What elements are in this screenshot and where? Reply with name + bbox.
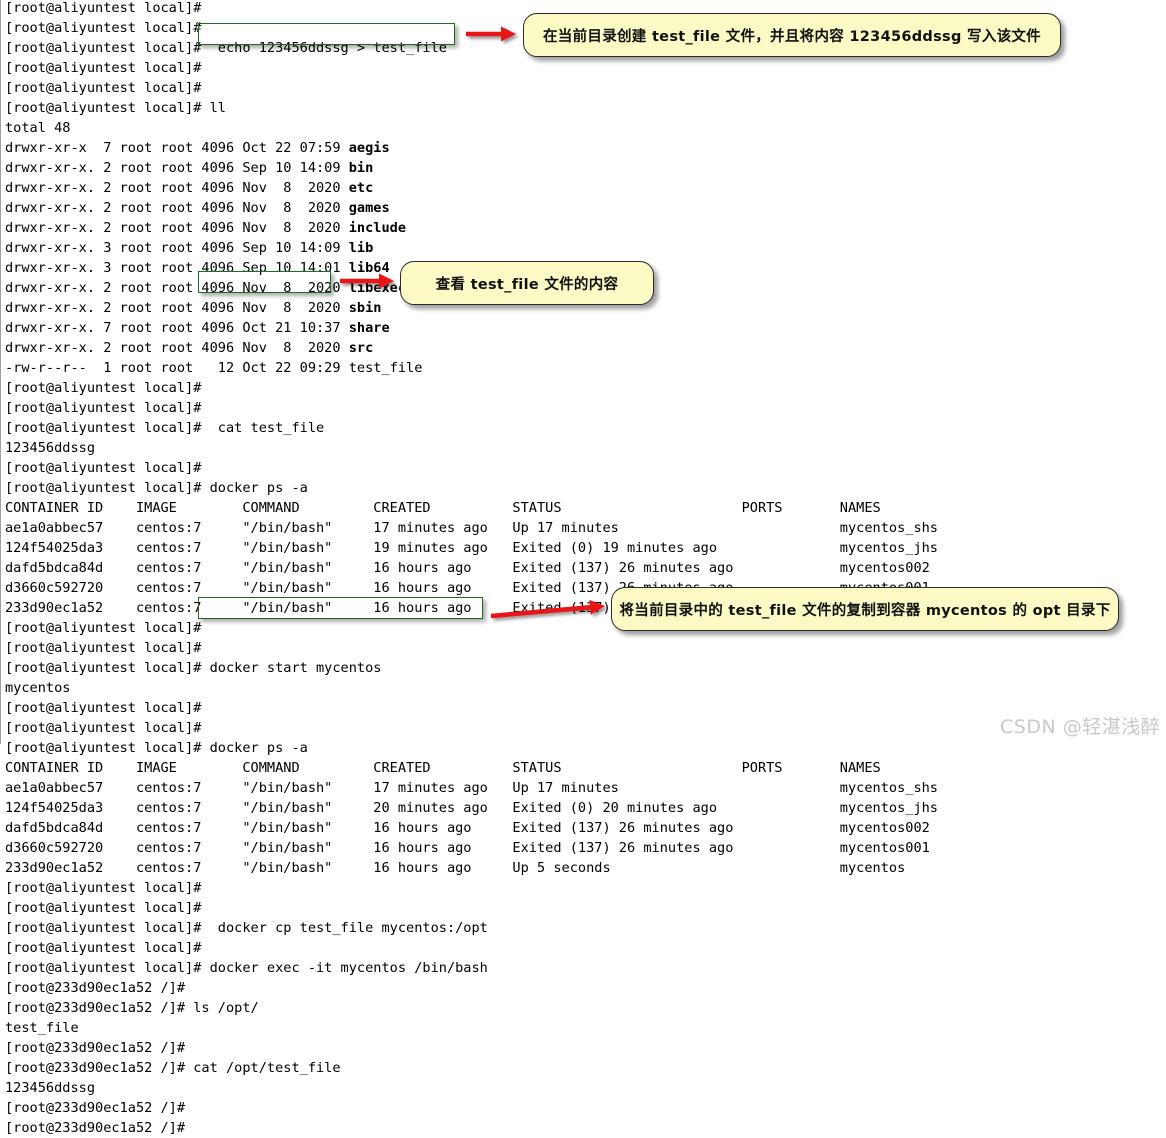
terminal-line: [root@aliyuntest local]# (5, 640, 202, 656)
terminal-line: [root@aliyuntest local]# docker exec -it… (5, 960, 488, 976)
terminal-line: [root@aliyuntest local]# (5, 80, 202, 96)
terminal-line: drwxr-xr-x. 2 root root 4096 Nov 8 2020 … (5, 220, 407, 236)
directory-name: lib (348, 240, 374, 256)
terminal-line: [root@aliyuntest local]# (5, 460, 202, 476)
terminal-line: [root@233d90ec1a52 /]# cat /opt/test_fil… (5, 1060, 341, 1076)
terminal-line: [root@233d90ec1a52 /]# (5, 980, 186, 996)
terminal-line: [root@aliyuntest local]# (5, 380, 202, 396)
terminal-line: drwxr-xr-x. 2 root root 4096 Nov 8 2020 … (5, 340, 374, 356)
terminal-line: drwxr-xr-x 7 root root 4096 Oct 22 07:59… (5, 140, 390, 156)
directory-name: src (348, 340, 374, 356)
callout-cat: 查看 test_file 文件的内容 (400, 261, 654, 305)
terminal-line: [root@aliyuntest local]# (5, 700, 202, 716)
directory-name: bin (348, 160, 374, 176)
terminal-line: mycentos (5, 680, 71, 696)
terminal-line: -rw-r--r-- 1 root root 12 Oct 22 09:29 t… (5, 360, 423, 376)
terminal-line: total 48 (5, 120, 71, 136)
terminal-line: 124f54025da3 centos:7 "/bin/bash" 20 min… (5, 800, 938, 816)
terminal-line: [root@233d90ec1a52 /]# (5, 1040, 186, 1056)
terminal-line: drwxr-xr-x. 3 root root 4096 Sep 10 14:0… (5, 240, 374, 256)
terminal-line: 123456ddssg (5, 440, 96, 456)
terminal-line: 124f54025da3 centos:7 "/bin/bash" 19 min… (5, 540, 938, 556)
terminal-line: [root@aliyuntest local]# (5, 900, 202, 916)
terminal-line: test_file (5, 1020, 79, 1036)
callout-text: 将当前目录中的 test_file 文件的复制到容器 mycentos 的 op… (619, 602, 1111, 619)
terminal-line: [root@aliyuntest local]# (5, 720, 202, 736)
terminal-line: drwxr-xr-x. 7 root root 4096 Oct 21 10:3… (5, 320, 390, 336)
terminal-line: 233d90ec1a52 centos:7 "/bin/bash" 16 hou… (5, 860, 906, 876)
terminal-line: drwxr-xr-x. 2 root root 4096 Nov 8 2020 … (5, 300, 382, 316)
terminal-line: [root@aliyuntest local]# (5, 20, 202, 36)
echo-command-highlight (198, 23, 455, 45)
callout-echo: 在当前目录创建 test_file 文件，并且将内容 123456ddssg 写… (523, 13, 1061, 57)
terminal-line: d3660c592720 centos:7 "/bin/bash" 16 hou… (5, 840, 930, 856)
docker-cp-command-highlight (198, 597, 483, 619)
terminal-line: [root@aliyuntest local]# docker ps -a (5, 740, 308, 756)
terminal-line: [root@aliyuntest local]# (5, 620, 202, 636)
directory-name: sbin (348, 300, 382, 316)
terminal-line: [root@aliyuntest local]# (5, 60, 202, 76)
terminal-line: [root@aliyuntest local]# (5, 880, 202, 896)
terminal-line: [root@aliyuntest local]# (5, 940, 202, 956)
cat-command-highlight (198, 271, 331, 293)
terminal-line: [root@233d90ec1a52 /]# (5, 1100, 186, 1116)
directory-name: share (348, 320, 390, 336)
terminal-line: [root@aliyuntest local]# (5, 0, 202, 16)
terminal-line: CONTAINER ID IMAGE COMMAND CREATED STATU… (5, 760, 881, 776)
terminal-window[interactable]: [root@aliyuntest local]# [root@aliyuntest… (0, 0, 1166, 1136)
terminal-line: [root@aliyuntest local]# docker start my… (5, 660, 382, 676)
directory-name: include (348, 220, 407, 236)
callout-text: 查看 test_file 文件的内容 (435, 276, 619, 293)
terminal-line: [root@aliyuntest local]# docker ps -a (5, 480, 308, 496)
terminal-line: ae1a0abbec57 centos:7 "/bin/bash" 17 min… (5, 780, 938, 796)
terminal-line: 123456ddssg (5, 1080, 96, 1096)
terminal-line: drwxr-xr-x. 2 root root 4096 Sep 10 14:0… (5, 160, 374, 176)
callout-text: 在当前目录创建 test_file 文件，并且将内容 123456ddssg 写… (543, 28, 1041, 45)
terminal-line: drwxr-xr-x. 2 root root 4096 Nov 8 2020 … (5, 200, 390, 216)
arrow-docker-cp (485, 592, 623, 630)
directory-name: etc (348, 180, 374, 196)
terminal-line: dafd5bdca84d centos:7 "/bin/bash" 16 hou… (5, 820, 930, 836)
terminal-line: [root@233d90ec1a52 /]# ls /opt/ (5, 1000, 259, 1016)
directory-name: games (348, 200, 390, 216)
callout-docker-cp: 将当前目录中的 test_file 文件的复制到容器 mycentos 的 op… (611, 587, 1119, 631)
terminal-line: [root@aliyuntest local]# docker cp test_… (5, 920, 488, 936)
terminal-line: drwxr-xr-x. 2 root root 4096 Nov 8 2020 … (5, 180, 374, 196)
terminal-line: [root@aliyuntest local]# (5, 400, 202, 416)
csdn-watermark: CSDN @轻湛浅醉 (1000, 716, 1161, 738)
terminal-line: [root@aliyuntest local]# cat test_file (5, 420, 325, 436)
terminal-line: [root@233d90ec1a52 /]# (5, 1120, 186, 1136)
terminal-line: CONTAINER ID IMAGE COMMAND CREATED STATU… (5, 500, 881, 516)
terminal-line: [root@aliyuntest local]# ll (5, 100, 226, 116)
directory-name: aegis (348, 140, 390, 156)
terminal-line: dafd5bdca84d centos:7 "/bin/bash" 16 hou… (5, 560, 930, 576)
terminal-line: ae1a0abbec57 centos:7 "/bin/bash" 17 min… (5, 520, 938, 536)
